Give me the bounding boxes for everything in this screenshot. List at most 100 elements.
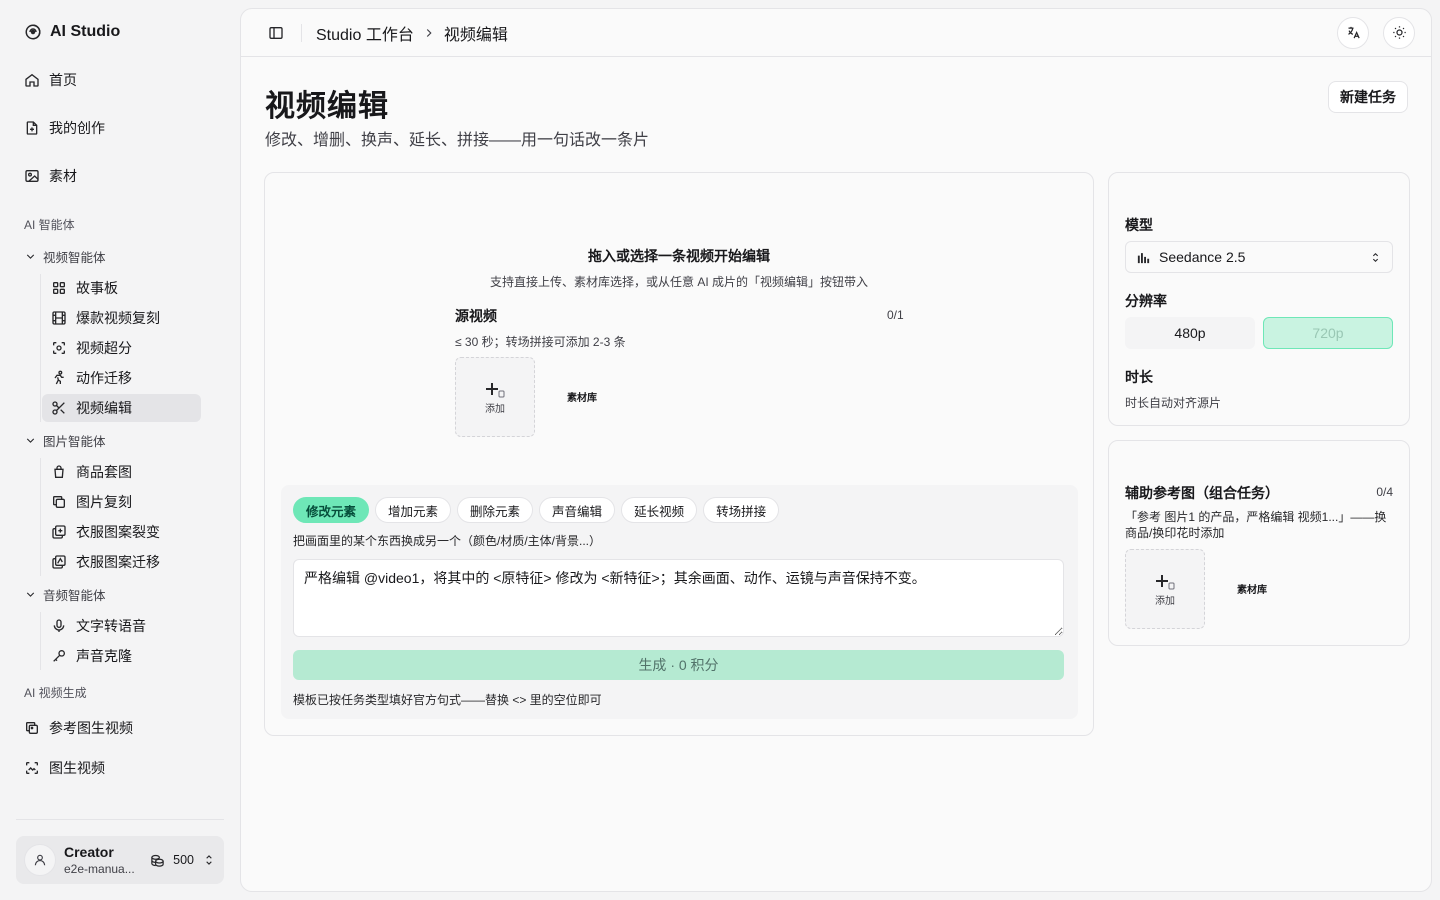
tab-audio-edit[interactable]: 声音编辑 xyxy=(539,497,616,523)
audio-agents-list: 文字转语音 声音克隆 xyxy=(40,612,224,670)
user-menu[interactable]: Creator e2e-manua... 500 xyxy=(16,836,224,884)
chevron-down-icon xyxy=(26,437,35,443)
sidebar-item-voice-clone[interactable]: 声音克隆 xyxy=(42,642,201,670)
sidebar-item-motion-transfer[interactable]: 动作迁移 xyxy=(42,364,201,392)
sidebar-item-video-edit[interactable]: 视频编辑 xyxy=(42,394,201,422)
nav-my-creations-label: 我的创作 xyxy=(49,120,105,136)
home-icon xyxy=(25,73,39,87)
reference-library-button[interactable]: 素材库 xyxy=(1237,581,1267,596)
editor-card: 拖入或选择一条视频开始编辑 支持直接上传、素材库选择，或从任意 AI 成片的「视… xyxy=(264,172,1094,736)
sidebar-item-label: 爆款视频复刻 xyxy=(76,310,160,326)
image-scan-icon xyxy=(26,762,38,774)
model-label: 模型 xyxy=(1125,217,1153,233)
upload-headline: 拖入或选择一条视频开始编辑 xyxy=(588,248,770,264)
sidebar-item-upscale[interactable]: 视频超分 xyxy=(42,334,201,362)
duration-value: 时长自动对齐源片 xyxy=(1125,396,1222,410)
chevrons-up-down-icon xyxy=(206,855,212,865)
brand[interactable]: AI Studio xyxy=(16,16,224,48)
toggle-sidebar-button[interactable] xyxy=(265,22,287,44)
add-label: 添加 xyxy=(1155,595,1175,607)
sidebar-item-label: 视频超分 xyxy=(76,340,132,356)
user-icon xyxy=(34,854,46,866)
bar-chart-icon xyxy=(1137,252,1150,263)
sidebar-item-storyboard[interactable]: 故事板 xyxy=(42,274,201,302)
sidebar-item-label: 商品套图 xyxy=(76,464,132,480)
tab-transition-splice[interactable]: 转场拼接 xyxy=(703,497,780,523)
sidebar-item-product-set[interactable]: 商品套图 xyxy=(42,458,201,486)
sidebar-item-label: 图片复刻 xyxy=(76,494,132,510)
chevron-down-icon xyxy=(26,591,35,597)
shopping-bag-icon xyxy=(54,465,64,478)
source-video-limit: ≤ 30 秒；转场拼接可添加 2-3 条 xyxy=(455,335,626,349)
page-subtitle: 修改、增删、换声、延长、拼接——用一句话改一条片 xyxy=(265,132,650,149)
sidebar-item-label: 声音克隆 xyxy=(76,648,132,664)
scissors-icon xyxy=(52,401,65,415)
sidebar-item-pattern-fission[interactable]: 衣服图案裂变 xyxy=(42,518,201,546)
nav-my-creations[interactable]: 我的创作 xyxy=(16,112,224,144)
nav-image-to-video-label: 图生视频 xyxy=(49,760,105,776)
nav-assets-label: 素材 xyxy=(49,168,77,184)
avatar xyxy=(24,844,56,876)
nav-home[interactable]: 首页 xyxy=(16,64,224,96)
source-library-button[interactable]: 素材库 xyxy=(567,389,597,404)
reference-add-button[interactable]: 添加 xyxy=(1125,549,1205,629)
file-plus-icon xyxy=(26,121,38,135)
divider xyxy=(16,819,224,820)
language-button[interactable] xyxy=(1337,16,1369,49)
prompt-textarea[interactable]: 严格编辑 @video1，将其中的 <原特征> 修改为 <新特征>；其余画面、动… xyxy=(293,559,1064,637)
source-video-label: 源视频 xyxy=(455,308,497,324)
nav-assets[interactable]: 素材 xyxy=(16,160,224,192)
group-audio-agents[interactable]: 音频智能体 xyxy=(16,578,224,610)
tab-add-element[interactable]: 增加元素 xyxy=(375,497,452,523)
nav-ref-to-video[interactable]: 参考图生视频 xyxy=(16,712,224,744)
template-hint: 模板已按任务类型填好官方句式——替换 <> 里的空位即可 xyxy=(293,693,602,707)
model-select[interactable]: Seedance 2.5 xyxy=(1125,241,1393,273)
reference-title: 辅助参考图（组合任务） xyxy=(1125,485,1279,501)
sun-icon xyxy=(1392,26,1406,39)
tab-modify-element[interactable]: 修改元素 xyxy=(293,497,370,523)
tab-extend-video[interactable]: 延长视频 xyxy=(621,497,698,523)
new-task-button[interactable]: 新建任务 xyxy=(1328,81,1408,113)
breadcrumb-root[interactable]: Studio 工作台 xyxy=(316,21,414,45)
resolution-480p[interactable]: 480p xyxy=(1125,317,1255,349)
image-icon xyxy=(25,170,39,182)
settings-card: 模型 Seedance 2.5 分辨率 480p 720p 时长 时长自动对齐源… xyxy=(1108,172,1410,426)
resolution-720p[interactable]: 720p xyxy=(1263,317,1393,349)
reference-hint: 「参考 图片1 的产品，严格编辑 视频1...」——换商品/换印花时添加 xyxy=(1125,510,1387,540)
reference-count: 0/4 xyxy=(1376,485,1393,499)
microphone-icon xyxy=(53,619,65,632)
image-plus-icon xyxy=(52,525,66,539)
sidebar-item-image-replicate[interactable]: 图片复刻 xyxy=(42,488,201,516)
user-name: Creator xyxy=(64,843,114,860)
nav-home-label: 首页 xyxy=(49,72,77,88)
theme-toggle-button[interactable] xyxy=(1383,16,1415,49)
sidebar-item-viral-replicate[interactable]: 爆款视频复刻 xyxy=(42,304,201,332)
group-image-agents[interactable]: 图片智能体 xyxy=(16,424,224,456)
sidebar-item-label: 动作迁移 xyxy=(76,370,132,386)
group-image-agents-label: 图片智能体 xyxy=(43,434,106,449)
tab-hint: 把画面里的某个东西换成另一个（颜色/材质/主体/背景...） xyxy=(293,534,602,548)
generate-button[interactable]: 生成 · 0 积分 xyxy=(293,650,1064,680)
chevron-right-icon xyxy=(426,28,432,37)
nav-ref-to-video-label: 参考图生视频 xyxy=(49,720,133,736)
sidebar-toggle-icon xyxy=(269,26,283,39)
plus-icon xyxy=(1156,574,1175,589)
source-add-button[interactable]: 添加 xyxy=(455,357,535,437)
sidebar-item-label: 故事板 xyxy=(76,280,118,296)
sidebar-item-label: 衣服图案裂变 xyxy=(76,524,160,540)
key-icon xyxy=(53,650,65,662)
source-video-count: 0/1 xyxy=(887,308,904,322)
sidebar-item-tts[interactable]: 文字转语音 xyxy=(42,612,201,640)
tab-delete-element[interactable]: 删除元素 xyxy=(457,497,534,523)
group-audio-agents-label: 音频智能体 xyxy=(43,588,106,603)
sidebar: AI Studio 首页 我的创作 素材 AI 智能体 视频智能体 故事板 爆款… xyxy=(0,0,240,900)
group-video-agents[interactable]: 视频智能体 xyxy=(16,240,224,272)
duration-label: 时长 xyxy=(1125,369,1153,385)
sidebar-item-pattern-transfer[interactable]: 衣服图案迁移 xyxy=(42,548,201,576)
nav-image-to-video[interactable]: 图生视频 xyxy=(16,752,224,784)
film-icon xyxy=(52,311,66,325)
copy-icon xyxy=(53,496,65,508)
topbar-divider xyxy=(301,23,302,42)
sidebar-item-label: 视频编辑 xyxy=(76,400,132,416)
grid-icon xyxy=(53,282,65,294)
